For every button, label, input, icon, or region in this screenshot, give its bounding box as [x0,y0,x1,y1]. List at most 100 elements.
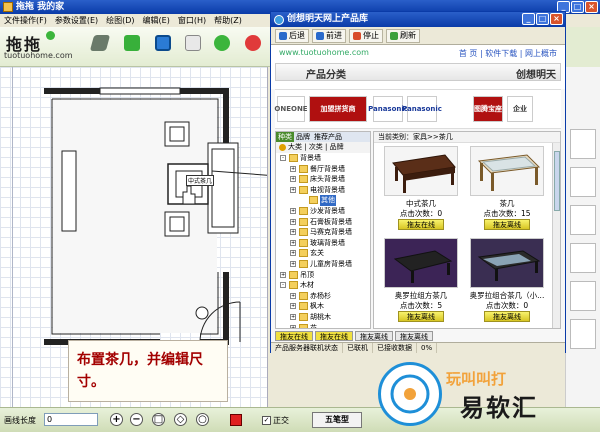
zoom-in-icon[interactable]: + [110,413,123,426]
menu-file[interactable]: 文件操作(F) [0,14,51,27]
expand-toggle-icon[interactable]: + [290,229,296,236]
menu-window[interactable]: 窗口(H) [174,14,210,27]
tab-chip[interactable]: 拖友离线 [395,331,433,341]
brand-logo[interactable]: 企业 [507,96,533,122]
store-minimize-button[interactable]: _ [522,13,535,25]
refresh-icon[interactable] [214,35,230,51]
side-thumb[interactable] [570,281,596,311]
maximize-button[interactable]: □ [571,1,584,13]
tree-item[interactable]: + 马赛克背景墙 [276,227,370,238]
tab-chip[interactable]: 拖友离线 [355,331,393,341]
product-scrollbar[interactable] [552,143,560,328]
product-image[interactable] [384,238,458,288]
expand-toggle-icon[interactable]: + [290,303,296,310]
tree-item[interactable]: + 电视背景墙 [276,185,370,196]
brand-logo[interactable]: Panasonic [402,96,442,122]
zoom-out-icon[interactable]: − [130,413,143,426]
stop-record-icon[interactable] [245,35,261,51]
ortho-checkbox[interactable]: ✓ [262,416,271,425]
tree-item[interactable]: + 玄关 [276,248,370,259]
expand-toggle-icon[interactable]: + [280,271,286,278]
tab-chip[interactable]: 拖友在线 [315,331,353,341]
zoom-fit-icon[interactable]: ◇ [174,413,187,426]
brand-logo[interactable]: ONEONE [274,96,308,122]
side-thumb[interactable] [570,167,596,197]
store-close-button[interactable]: × [550,13,563,25]
tree-item[interactable]: + 赤杨杉 [276,291,370,302]
tree-item[interactable]: + 石膏板背景墙 [276,217,370,228]
expand-toggle-icon[interactable]: + [290,186,296,193]
tree-item[interactable]: + 沙发背景墙 [276,206,370,217]
brand-logo[interactable]: 图腾宝座 [473,96,503,122]
tab-chip[interactable]: 拖友在线 [275,331,313,341]
side-thumb[interactable] [570,129,596,159]
store-links[interactable]: 首 页 | 软件下载 | 网上概市 [459,48,557,59]
expand-toggle-icon[interactable]: + [290,292,296,299]
color-swatch-icon[interactable] [230,414,242,426]
product-status-button[interactable]: 拖友在线 [398,219,444,230]
scrollbar-thumb[interactable] [554,151,560,211]
ime-indicator[interactable]: 五笔型 [312,412,362,428]
forward-button[interactable]: 前进 [312,28,346,43]
expand-toggle-icon[interactable]: + [290,260,296,267]
side-thumb[interactable] [570,319,596,349]
tree-item[interactable]: - 木材 [276,280,370,291]
back-button[interactable]: 后退 [275,28,309,43]
zoom-window-icon[interactable]: □ [152,413,165,426]
tree-item[interactable]: - 背景墙 [276,153,370,164]
tree-item[interactable]: + 枫木 [276,301,370,312]
product-card[interactable]: 茶几 点击次数：15 拖友离线 [466,144,548,234]
tree-item[interactable]: + 花... [276,323,370,328]
save-disk-icon[interactable] [155,35,171,51]
menu-settings[interactable]: 参数设置(E) [51,14,102,27]
expand-toggle-icon[interactable]: - [280,282,286,289]
side-thumb[interactable] [570,243,596,273]
line-length-input[interactable]: 0 [44,413,98,426]
tab-brand[interactable]: 品牌 [294,132,312,142]
product-card[interactable]: 中式茶几 点击次数：0 拖友在线 [380,144,462,234]
brand-logo[interactable]: 加盟拼货商 [309,96,367,122]
product-status-button[interactable]: 拖友离线 [484,311,530,322]
expand-toggle-icon[interactable]: - [280,155,286,161]
refresh-button[interactable]: 刷新 [386,28,420,43]
close-button[interactable]: × [585,1,598,13]
product-image[interactable] [384,146,458,196]
expand-toggle-icon[interactable]: + [290,176,296,183]
new-page-icon[interactable] [185,35,201,51]
side-thumb[interactable] [570,205,596,235]
tree-head-major[interactable]: 大类 [288,143,302,151]
product-card[interactable]: 奥罗拉组方茶几 点击次数：5 拖友离线 [380,236,462,326]
expand-toggle-icon[interactable]: + [290,207,296,214]
expand-toggle-icon[interactable]: + [290,165,296,172]
product-status-button[interactable]: 拖友离线 [484,219,530,230]
tree-item[interactable]: 其他 [276,195,370,206]
zoom-reset-icon[interactable]: ○ [196,413,209,426]
expand-toggle-icon[interactable]: + [290,250,296,257]
ortho-toggle[interactable]: ✓ 正交 [262,415,289,426]
green-book-icon[interactable] [124,35,140,51]
menu-edit[interactable]: 编辑(E) [139,14,174,27]
expand-toggle-icon[interactable]: + [290,239,296,246]
expand-toggle-icon[interactable]: + [290,324,296,328]
tree-item[interactable]: + 胡桃木 [276,312,370,323]
product-image[interactable] [470,146,544,196]
stop-button[interactable]: 停止 [349,28,383,43]
tab-recommended[interactable]: 推荐产品 [312,132,344,142]
store-maximize-button[interactable]: □ [536,13,549,25]
tree-item[interactable]: + 床头背景墙 [276,174,370,185]
product-card[interactable]: 奥罗拉组合茶几（小... 点击次数：0 拖友离线 [466,236,548,326]
product-image[interactable] [470,238,544,288]
tree-item[interactable]: + 餐厅背景墙 [276,164,370,175]
menu-draw[interactable]: 绘图(D) [102,14,138,27]
tree-head-brand[interactable]: 品牌 [330,143,344,151]
store-site[interactable]: www.tuotuohome.com [279,48,369,57]
open-folder-icon[interactable] [89,35,111,51]
tree-item[interactable]: + 吊顶 [276,270,370,281]
product-status-button[interactable]: 拖友离线 [398,311,444,322]
menu-help[interactable]: 帮助(Z) [210,14,246,27]
tree-head-minor[interactable]: 次类 [309,143,323,151]
expand-toggle-icon[interactable]: + [290,313,296,320]
brand-logo[interactable]: Panasonic [368,96,408,122]
expand-toggle-icon[interactable]: + [290,218,296,225]
tree-item[interactable]: + 玻璃背景墙 [276,238,370,249]
